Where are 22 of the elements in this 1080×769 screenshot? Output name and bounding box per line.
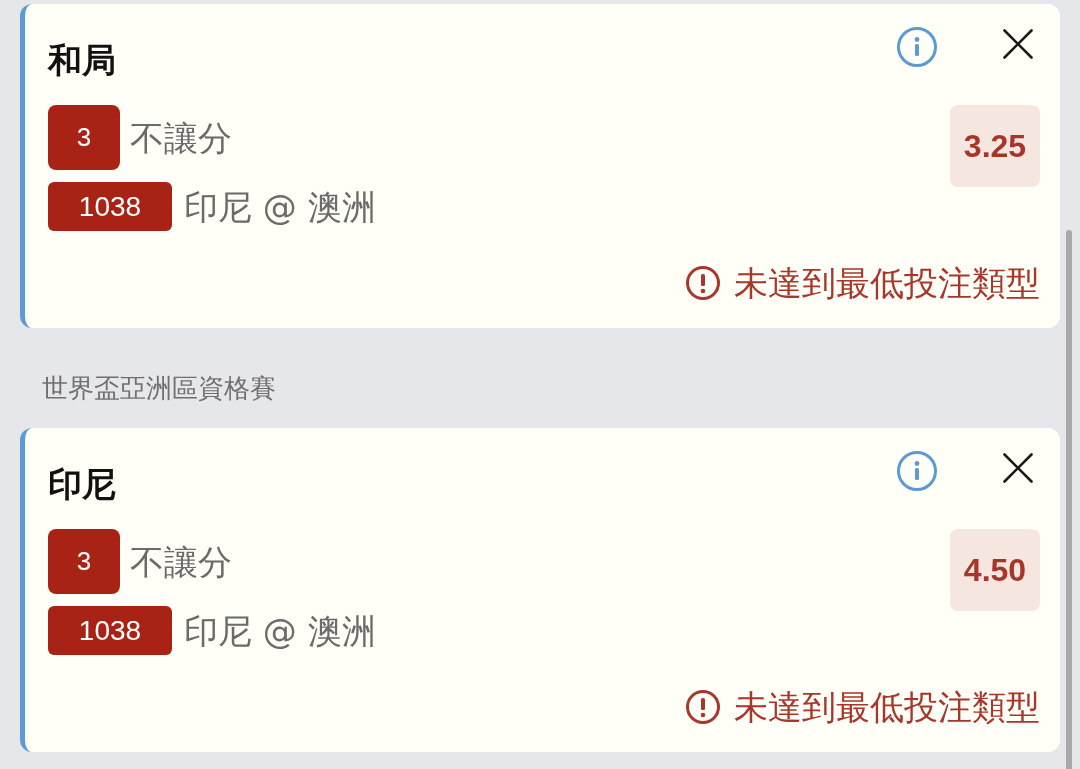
odds-tag: 3.25 (950, 105, 1040, 187)
close-icon[interactable] (1003, 453, 1033, 483)
match-name: 印尼 @ 澳洲 (184, 610, 376, 651)
market-code-badge: 3 (48, 105, 120, 170)
close-icon[interactable] (1003, 29, 1033, 59)
scrollbar-thumb[interactable] (1066, 230, 1072, 769)
league-heading: 世界盃亞洲區資格賽 (42, 372, 276, 404)
match-code-badge: 1038 (48, 606, 172, 655)
match-code-badge: 1038 (48, 182, 172, 231)
odds-tag: 4.50 (950, 529, 1040, 611)
selection-title: 印尼 (48, 464, 116, 504)
exclamation-circle-icon (686, 690, 720, 724)
info-icon[interactable] (897, 27, 937, 67)
info-icon[interactable] (897, 451, 937, 491)
match-name: 印尼 @ 澳洲 (184, 186, 376, 227)
exclamation-circle-icon (686, 266, 720, 300)
market-name: 不讓分 (130, 541, 232, 582)
warning-text: 未達到最低投注類型 (734, 687, 1040, 727)
selection-title: 和局 (48, 40, 116, 80)
warning-text: 未達到最低投注類型 (734, 263, 1040, 303)
market-code-badge: 3 (48, 529, 120, 594)
market-name: 不讓分 (130, 117, 232, 158)
